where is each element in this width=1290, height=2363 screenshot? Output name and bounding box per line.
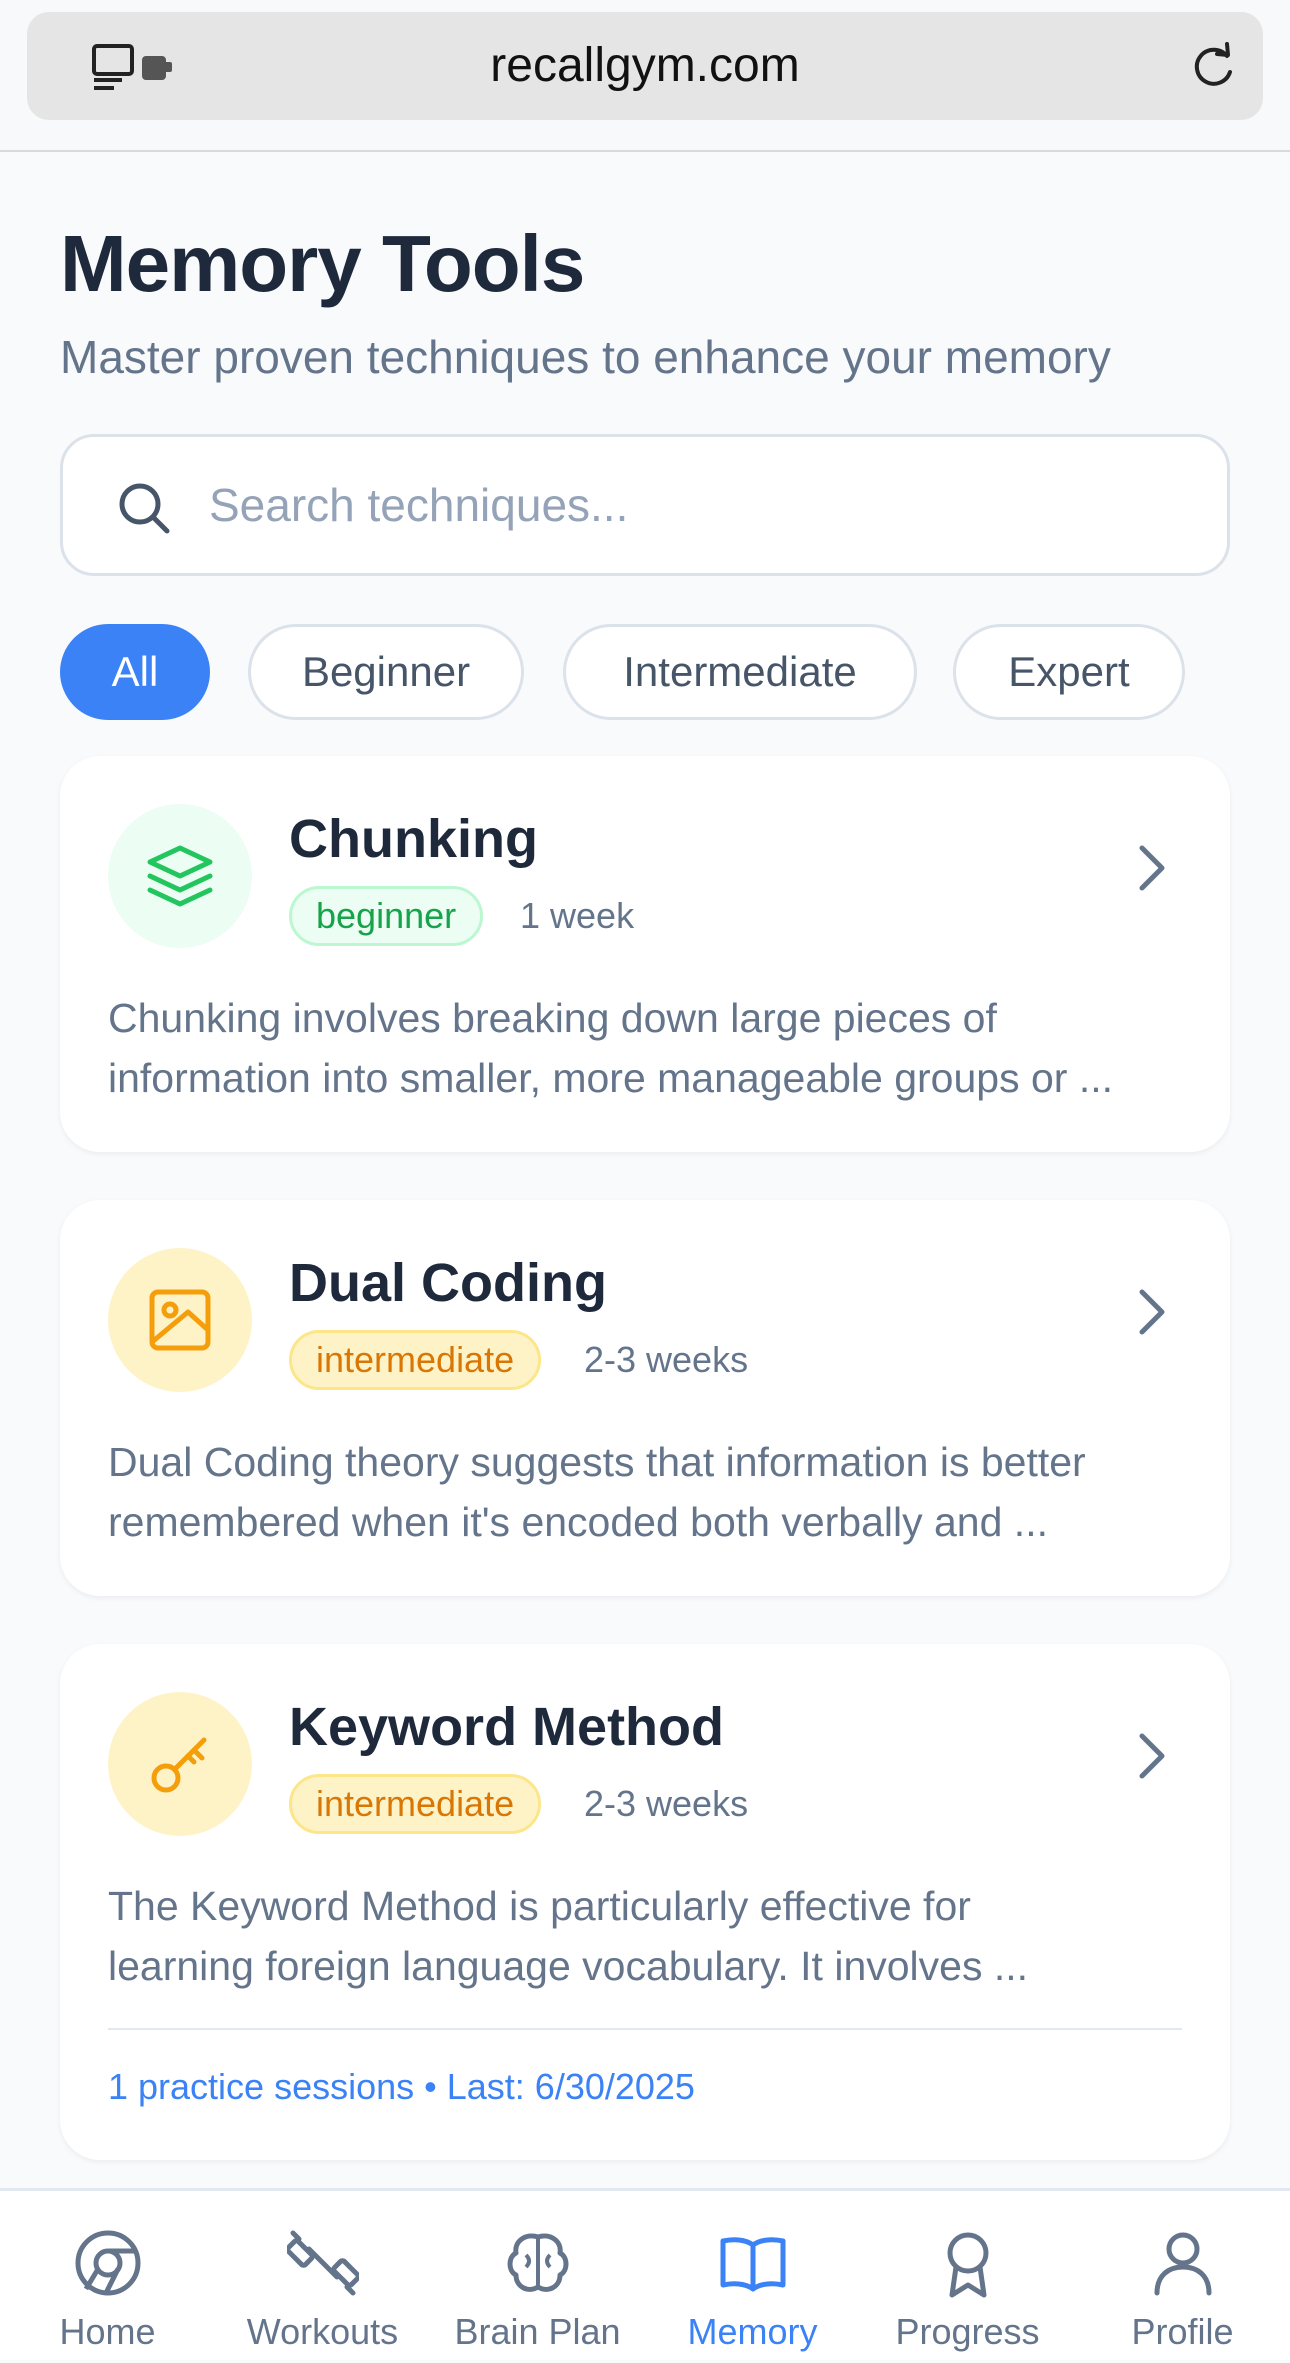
address-bar[interactable]: recallgym.com	[27, 12, 1263, 120]
search-input[interactable]	[209, 437, 1189, 573]
dumbbell-icon	[287, 2230, 359, 2296]
technique-card-keyword-method[interactable]: Keyword Method intermediate 2-3 weeks Th…	[60, 1644, 1230, 2160]
technique-icon-badge	[108, 1248, 252, 1392]
nav-label: Progress	[895, 2311, 1040, 2352]
filter-chip-intermediate[interactable]: Intermediate	[563, 624, 917, 720]
chevron-right-icon	[1139, 1289, 1165, 1335]
technique-title: Keyword Method	[289, 1697, 725, 1757]
user-icon	[1154, 2232, 1212, 2296]
nav-label: Brain Plan	[454, 2311, 621, 2352]
nav-item-home[interactable]: Home	[0, 2191, 215, 2363]
filter-chip-expert[interactable]: Expert	[953, 624, 1185, 720]
browser-toolbar: recallgym.com	[0, 0, 1290, 152]
technique-description: Dual Coding theory suggests that informa…	[108, 1439, 1086, 1545]
award-icon	[947, 2232, 989, 2298]
page-subtitle: Master proven techniques to enhance your…	[60, 331, 1111, 383]
key-icon	[151, 1737, 207, 1793]
url-text[interactable]: recallgym.com	[27, 12, 1263, 120]
technique-card-dual-coding[interactable]: Dual Coding intermediate 2-3 weeks Dual …	[60, 1200, 1230, 1596]
technique-icon-badge	[108, 804, 252, 948]
technique-description: Chunking involves breaking down large pi…	[108, 995, 1114, 1101]
nav-item-memory[interactable]: Memory	[645, 2191, 860, 2363]
chevron-right-icon	[1139, 845, 1165, 891]
chevron-right-icon	[1139, 1733, 1165, 1779]
technique-duration: 1 week	[520, 895, 635, 936]
technique-description: The Keyword Method is particularly effec…	[108, 1883, 1029, 1989]
technique-duration: 2-3 weeks	[584, 1783, 749, 1824]
search-box[interactable]	[60, 434, 1230, 576]
nav-label: Home	[59, 2311, 156, 2352]
filter-chip-beginner[interactable]: Beginner	[248, 624, 524, 720]
nav-label: Workouts	[246, 2311, 399, 2352]
difficulty-badge: beginner	[289, 886, 484, 946]
technique-card-chunking[interactable]: Chunking beginner 1 week Chunking involv…	[60, 756, 1230, 1152]
nav-item-profile[interactable]: Profile	[1075, 2191, 1290, 2363]
layers-icon	[147, 845, 213, 907]
brain-icon	[507, 2233, 569, 2292]
image-icon	[149, 1289, 211, 1351]
nav-label: Profile	[1131, 2311, 1234, 2352]
home-icon	[75, 2230, 141, 2296]
technique-icon-badge	[108, 1692, 252, 1836]
difficulty-badge: intermediate	[289, 1330, 542, 1390]
difficulty-badge: intermediate	[289, 1774, 542, 1834]
page-title: Memory Tools	[60, 219, 585, 308]
bottom-navigation: Home Workouts Brain Plan Memory Progress…	[0, 2188, 1290, 2360]
practice-sessions-meta: 1 practice sessions • Last: 6/30/2025	[108, 2066, 695, 2107]
technique-title: Dual Coding	[289, 1253, 607, 1313]
technique-duration: 2-3 weeks	[584, 1339, 749, 1380]
nav-item-brain-plan[interactable]: Brain Plan	[430, 2191, 645, 2363]
filter-chip-all[interactable]: All	[60, 624, 210, 720]
technique-title: Chunking	[289, 809, 538, 869]
card-divider	[108, 2028, 1182, 2030]
search-icon	[119, 483, 170, 534]
nav-label: Memory	[687, 2311, 818, 2352]
book-icon	[720, 2237, 786, 2292]
nav-item-workouts[interactable]: Workouts	[215, 2191, 430, 2363]
nav-item-progress[interactable]: Progress	[860, 2191, 1075, 2363]
reload-icon[interactable]	[1187, 42, 1239, 94]
